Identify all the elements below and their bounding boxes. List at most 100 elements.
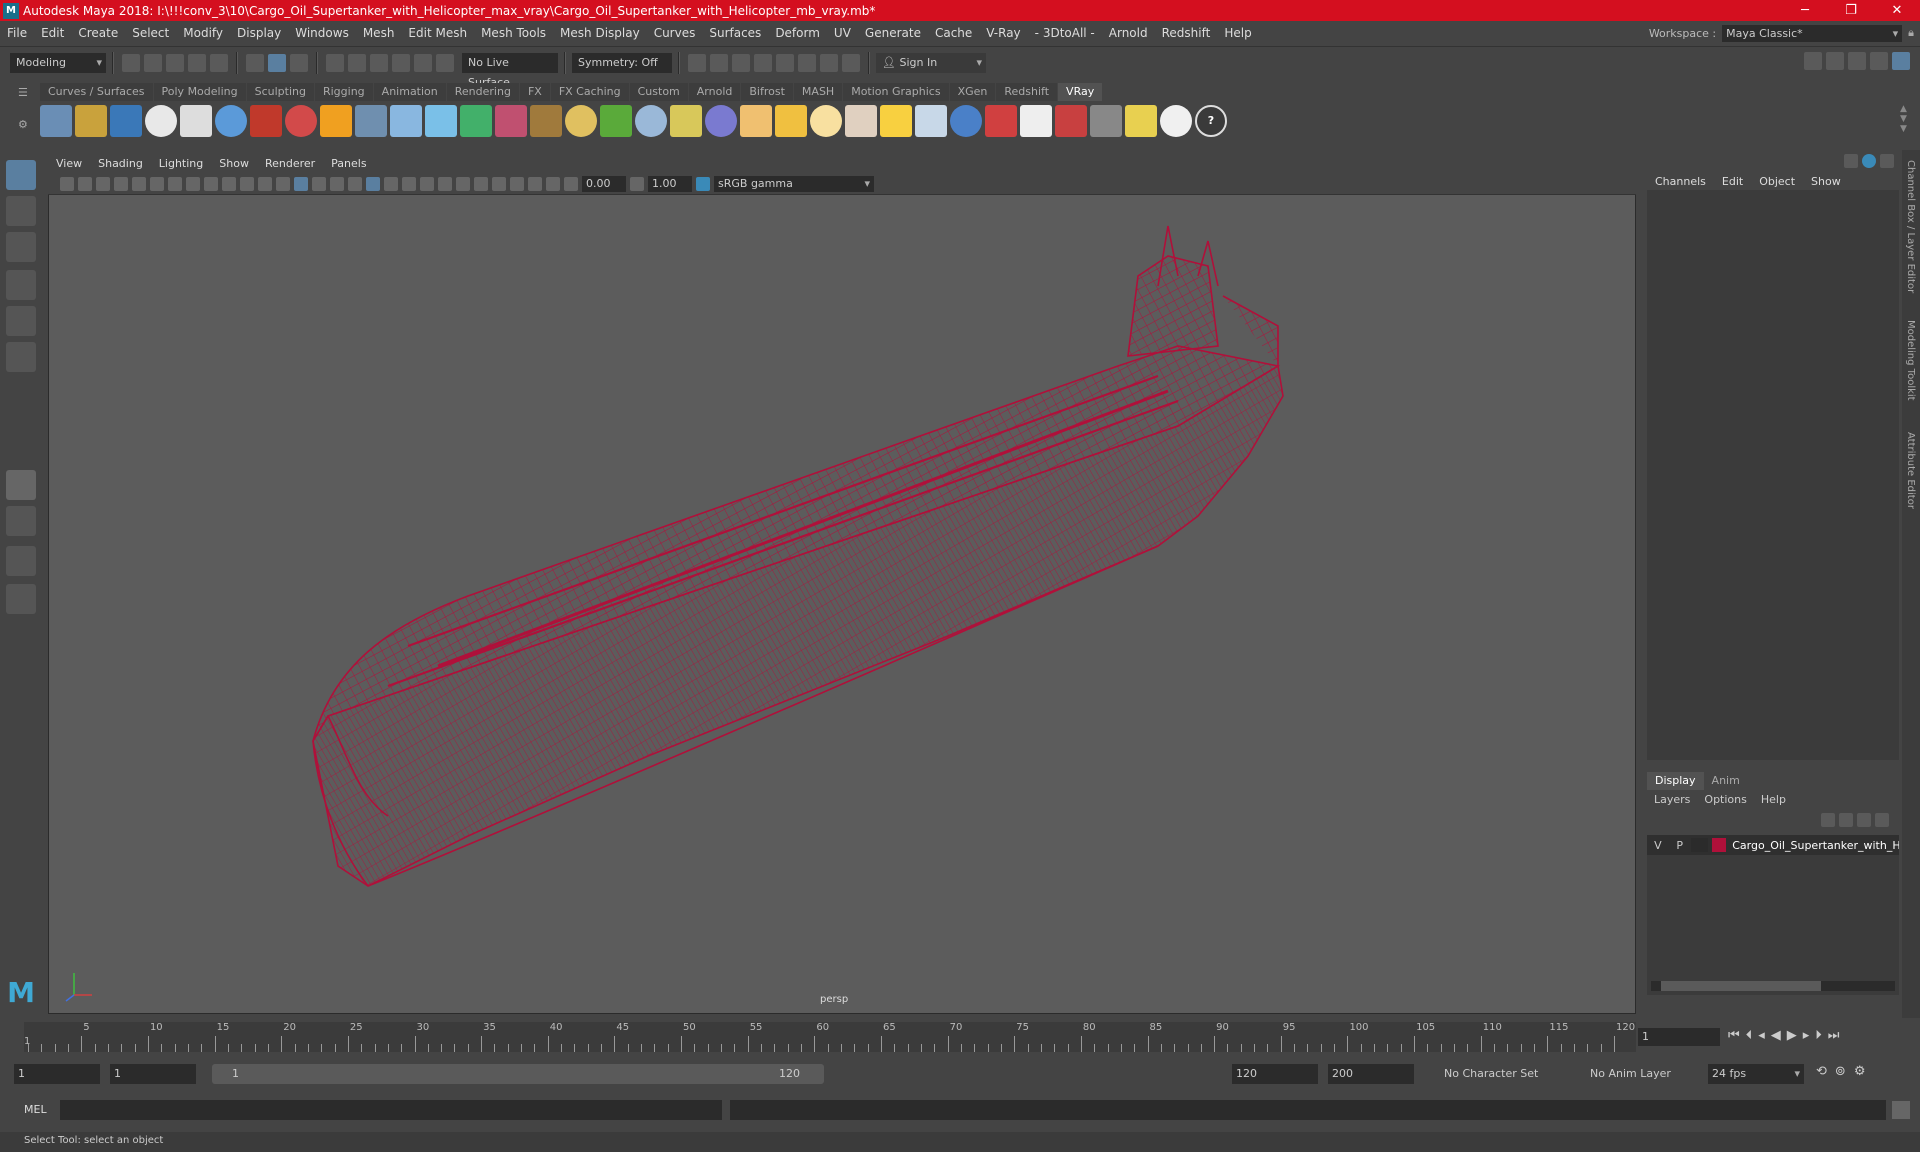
bookmark-icon[interactable]	[96, 176, 110, 191]
layer-color-swatch[interactable]	[1712, 838, 1727, 852]
2d-pan-zoom-icon[interactable]	[132, 176, 146, 191]
shelf-tab-bifrost[interactable]: Bifrost	[741, 83, 793, 101]
vray-blend-icon[interactable]	[985, 105, 1017, 137]
menu-mesh-display[interactable]: Mesh Display	[553, 26, 647, 40]
menu-cache[interactable]: Cache	[928, 26, 979, 40]
single-view-icon[interactable]	[6, 470, 36, 500]
step-forward-frame-icon[interactable]: ▸	[1803, 1028, 1810, 1043]
shelf-tab-fx-caching[interactable]: FX Caching	[550, 83, 629, 101]
menu-mesh[interactable]: Mesh	[356, 26, 402, 40]
render-frame-icon[interactable]	[710, 53, 728, 72]
grid-toggle-icon[interactable]	[168, 176, 182, 191]
shelf-tab-rigging[interactable]: Rigging	[314, 83, 373, 101]
color-space-dropdown[interactable]: sRGB gamma ▾	[714, 175, 874, 192]
layer-visibility-toggle[interactable]: V	[1647, 839, 1669, 852]
shelf-menu-icon[interactable]: ☰	[18, 86, 28, 99]
field-chart-icon[interactable]	[240, 176, 254, 191]
select-component-icon[interactable]	[290, 53, 308, 72]
mel-input[interactable]	[60, 1100, 722, 1120]
menu-create[interactable]: Create	[71, 26, 125, 40]
channel-menu-edit[interactable]: Edit	[1714, 175, 1751, 188]
close-button[interactable]: ✕	[1874, 0, 1920, 21]
play-forward-icon[interactable]: ▶	[1787, 1028, 1797, 1043]
menu-uv[interactable]: UV	[827, 26, 858, 40]
vray-cloud-icon[interactable]	[1160, 105, 1192, 137]
select-tool-icon[interactable]	[6, 160, 36, 190]
xray-joints-icon[interactable]	[546, 176, 560, 191]
viewport-menu-shading[interactable]: Shading	[90, 157, 151, 170]
depth-of-field-icon[interactable]	[474, 176, 488, 191]
loop-icon[interactable]: ⟲	[1816, 1064, 1827, 1079]
step-back-frame-icon[interactable]: ◂	[1758, 1028, 1765, 1043]
vray-curve-icon[interactable]	[670, 105, 702, 137]
undo-icon[interactable]	[188, 53, 206, 72]
color-management-icon[interactable]	[696, 176, 710, 191]
sign-in-button[interactable]: 👤︎ Sign In ▾	[876, 52, 986, 73]
vray-sun-icon[interactable]	[880, 105, 912, 137]
xray-active-icon[interactable]	[528, 176, 542, 191]
redo-icon[interactable]	[210, 53, 228, 72]
side-tab-attribute-editor[interactable]: Attribute Editor	[1905, 432, 1916, 509]
live-surface-field[interactable]: No Live Surface	[462, 52, 558, 89]
vray-mesh-light-icon[interactable]	[915, 105, 947, 137]
channel-menu-show[interactable]: Show	[1803, 175, 1849, 188]
rotate-tool-icon[interactable]	[6, 306, 36, 336]
range-slider[interactable]: 1 120	[212, 1064, 824, 1084]
vray-ies-light-icon[interactable]	[845, 105, 877, 137]
vray-fur-icon[interactable]	[495, 105, 527, 137]
render-settings-icon[interactable]	[754, 53, 772, 72]
resolution-gate-icon[interactable]	[204, 176, 218, 191]
vray-dome-light-icon[interactable]	[740, 105, 772, 137]
playback-start-field[interactable]: 1	[110, 1064, 196, 1084]
layer-scrollbar-thumb[interactable]	[1661, 981, 1821, 991]
viewport-menu-lighting[interactable]: Lighting	[151, 157, 211, 170]
menu-redshift[interactable]: Redshift	[1155, 26, 1218, 40]
layout-two-pane-icon[interactable]	[6, 546, 36, 576]
ship-wireframe[interactable]	[48, 196, 1636, 1014]
new-layer-icon[interactable]	[1857, 813, 1871, 827]
vray-logo-icon[interactable]	[145, 105, 177, 137]
vray-help-icon[interactable]: ?	[1195, 105, 1227, 137]
vray-proxy-icon[interactable]	[530, 105, 562, 137]
fps-dropdown[interactable]: 24 fps ▾	[1708, 1064, 1804, 1084]
viewport-menu-view[interactable]: View	[48, 157, 90, 170]
anim-layer-dropdown[interactable]: No Anim Layer	[1584, 1064, 1684, 1084]
image-plane-icon[interactable]	[114, 176, 128, 191]
shelf-tab-arnold[interactable]: Arnold	[688, 83, 741, 101]
layer-menu-help[interactable]: Help	[1754, 791, 1793, 809]
maximize-button[interactable]: ❐	[1828, 0, 1874, 21]
menu-curves[interactable]: Curves	[647, 26, 703, 40]
vray-camera-icon[interactable]	[250, 105, 282, 137]
vray-checker-icon[interactable]	[1020, 105, 1052, 137]
vray-cube-icon[interactable]	[390, 105, 422, 137]
shelf-tab-sculpting[interactable]: Sculpting	[246, 83, 314, 101]
menu-surfaces[interactable]: Surfaces	[702, 26, 768, 40]
snap-projected-icon[interactable]	[392, 53, 410, 72]
channel-box-area[interactable]	[1647, 190, 1899, 760]
menu-generate[interactable]: Generate	[858, 26, 928, 40]
vray-dome-icon[interactable]	[565, 105, 597, 137]
textured-icon[interactable]	[366, 176, 380, 191]
vray-prism-icon[interactable]	[460, 105, 492, 137]
vray-grass-icon[interactable]	[600, 105, 632, 137]
gamma-icon[interactable]	[630, 176, 644, 191]
animation-start-field[interactable]: 1	[14, 1064, 100, 1084]
new-scene-icon[interactable]	[122, 53, 140, 72]
vray-grid-icon[interactable]	[40, 105, 72, 137]
snap-grid-icon[interactable]	[326, 53, 344, 72]
layout-quad-icon[interactable]	[6, 506, 36, 536]
shelf-tab-xgen[interactable]: XGen	[949, 83, 996, 101]
select-hierarchy-icon[interactable]	[246, 53, 264, 72]
hypershade-icon[interactable]	[776, 53, 794, 72]
time-slider-track[interactable]: 1 5 10 15 20 25 30 35 40 45 50 55 60 65 70 75 80 85 90 95 10…	[24, 1022, 1636, 1052]
menu-help[interactable]: Help	[1217, 26, 1258, 40]
minimize-button[interactable]: ─	[1782, 0, 1828, 21]
shelf-tab-mash[interactable]: MASH	[793, 83, 843, 101]
anti-aliasing-icon[interactable]	[456, 176, 470, 191]
script-editor-icon[interactable]	[1892, 1101, 1910, 1119]
paint-select-icon[interactable]	[6, 232, 36, 262]
workspace-dropdown[interactable]: Maya Classic* ▾	[1722, 24, 1903, 42]
camera-attributes-icon[interactable]	[78, 176, 92, 191]
menu-file[interactable]: File	[0, 26, 34, 40]
render-setup-icon[interactable]	[798, 53, 816, 72]
